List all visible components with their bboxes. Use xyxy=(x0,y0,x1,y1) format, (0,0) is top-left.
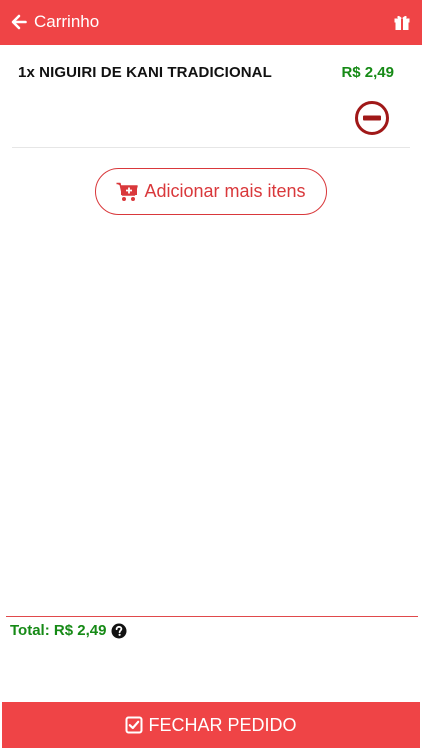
add-more-items-label: Adicionar mais itens xyxy=(144,181,306,201)
gift-button[interactable] xyxy=(392,12,412,32)
arrow-left-icon xyxy=(11,14,27,30)
checkout-button[interactable]: FECHAR PEDIDO xyxy=(2,702,420,748)
check-square-icon xyxy=(125,716,143,734)
gift-icon xyxy=(393,13,411,31)
add-more-items-button[interactable]: Adicionar mais itens xyxy=(95,168,327,215)
item-divider xyxy=(12,147,410,148)
question-circle-icon[interactable] xyxy=(111,623,127,639)
total-divider xyxy=(6,616,418,617)
remove-item-button[interactable] xyxy=(354,100,390,136)
total-row: Total: R$ 2,49 xyxy=(10,622,127,639)
item-price: R$ 2,49 xyxy=(341,64,394,81)
minus-circle-icon xyxy=(354,100,390,136)
total-amount: Total: R$ 2,49 xyxy=(10,622,107,639)
back-button[interactable] xyxy=(10,12,28,32)
cart-plus-icon xyxy=(116,182,139,202)
page-title: Carrinho xyxy=(34,12,100,31)
item-name: 1x NIGUIRI DE KANI TRADICIONAL xyxy=(18,64,272,81)
checkout-label: FECHAR PEDIDO xyxy=(148,714,297,735)
cart-screen: Carrinho 1x NIGUIRI DE KANI TRADICIONAL … xyxy=(0,0,422,750)
cart-item: 1x NIGUIRI DE KANI TRADICIONAL R$ 2,49 xyxy=(0,45,422,148)
app-header: Carrinho xyxy=(0,0,422,45)
